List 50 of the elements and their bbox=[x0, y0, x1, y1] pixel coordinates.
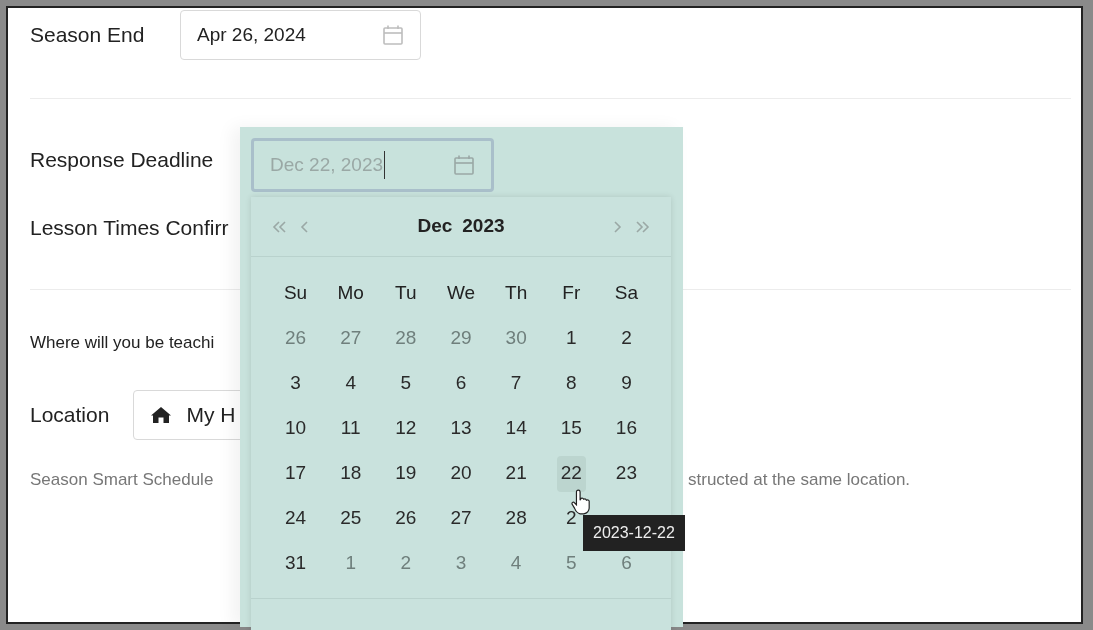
day-cell[interactable]: 25 bbox=[336, 500, 366, 537]
day-cell[interactable]: 10 bbox=[281, 410, 311, 447]
day-cell[interactable]: 22 bbox=[556, 455, 586, 492]
weekday-label: Th bbox=[505, 281, 528, 306]
calendar-icon bbox=[453, 154, 475, 176]
day-cell[interactable]: 13 bbox=[446, 410, 476, 447]
day-cell[interactable]: 5 bbox=[396, 365, 416, 402]
day-cell[interactable]: 21 bbox=[501, 455, 531, 492]
weekday-label: Mo bbox=[337, 281, 364, 306]
note-text: structed at the same location. bbox=[688, 469, 911, 492]
day-cell[interactable]: 17 bbox=[281, 455, 311, 492]
day-cell[interactable]: 2 bbox=[617, 320, 636, 357]
home-icon bbox=[150, 406, 173, 424]
day-cell[interactable]: 4 bbox=[341, 365, 360, 402]
field-label: Lesson Times Confirr bbox=[30, 215, 229, 242]
weekday-label: Su bbox=[283, 281, 308, 306]
weekday-label: Tu bbox=[395, 281, 417, 306]
day-cell[interactable]: 3 bbox=[286, 365, 305, 402]
day-cell[interactable]: 1 bbox=[562, 320, 581, 357]
day-cell[interactable]: 14 bbox=[501, 410, 531, 447]
day-cell[interactable]: 16 bbox=[611, 410, 641, 447]
day-cell[interactable]: 18 bbox=[336, 455, 366, 492]
calendar-icon bbox=[382, 24, 404, 46]
date-field[interactable]: Apr 26, 2024 bbox=[180, 10, 421, 60]
day-cell[interactable]: 15 bbox=[556, 410, 586, 447]
day-cell[interactable]: 8 bbox=[562, 365, 581, 402]
day-cell[interactable]: 31 bbox=[281, 545, 311, 582]
day-cell[interactable]: 19 bbox=[391, 455, 421, 492]
field-label: Location bbox=[30, 402, 110, 429]
day-cell[interactable]: 11 bbox=[336, 410, 365, 447]
day-cell[interactable]: 24 bbox=[281, 500, 311, 537]
day-cell[interactable]: 12 bbox=[391, 410, 421, 447]
note-text: Season Smart Schedule bbox=[30, 470, 214, 490]
day-cell[interactable]: 9 bbox=[617, 365, 636, 402]
year-button[interactable]: 2023 bbox=[462, 212, 505, 241]
day-cell[interactable]: 28 bbox=[501, 500, 531, 537]
weekday-label: Fr bbox=[562, 281, 581, 306]
field-label: Response Deadline bbox=[30, 147, 214, 174]
day-cell[interactable]: 23 bbox=[611, 455, 641, 492]
weekday-label: Sa bbox=[614, 281, 639, 306]
tooltip: 2023-12-22 bbox=[583, 515, 685, 551]
field-label: Season End bbox=[30, 22, 146, 49]
day-cell[interactable]: 6 bbox=[451, 365, 471, 402]
question-text: Where will you be teachi bbox=[30, 332, 215, 355]
day-cell[interactable]: 20 bbox=[446, 455, 476, 492]
weekday-label: We bbox=[446, 281, 476, 306]
month-button[interactable]: Dec bbox=[417, 212, 453, 241]
day-cell[interactable]: 7 bbox=[506, 365, 526, 402]
day-cell[interactable]: 26 bbox=[391, 500, 421, 537]
day-cell[interactable]: 27 bbox=[446, 500, 476, 537]
